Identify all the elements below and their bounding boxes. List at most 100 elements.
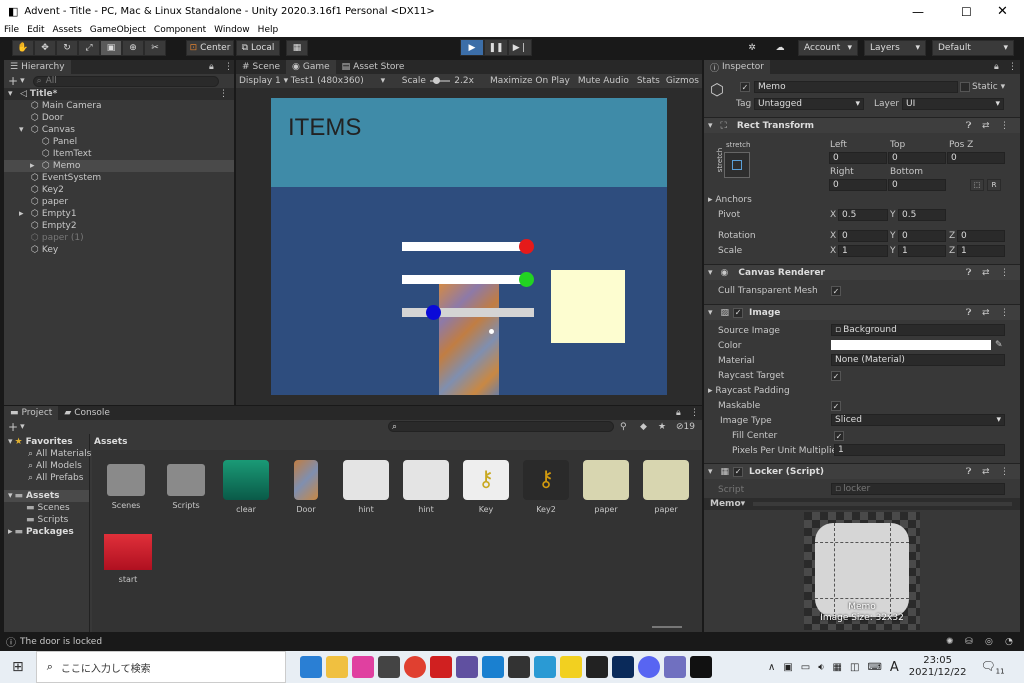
more-menu-icon[interactable]: ⋮ (1000, 121, 1009, 131)
add-icon[interactable]: + (8, 420, 18, 434)
hierarchy-item[interactable]: ⬡ EventSystem (4, 172, 234, 184)
hierarchy-item[interactable]: ⬡ paper (1) (4, 232, 234, 244)
status-message[interactable]: The door is locked (20, 637, 102, 647)
help-icon[interactable]: ❓︎ (966, 268, 971, 278)
tab-hierarchy[interactable]: ☰ Hierarchy (4, 60, 71, 74)
tray-app-icon[interactable]: ◫ (850, 662, 859, 673)
volume-icon[interactable]: 🔉︎ (818, 662, 824, 673)
hierarchy-item[interactable]: ⬡ paper (4, 196, 234, 208)
menu-assets[interactable]: Assets (53, 25, 82, 35)
tray-app-icon[interactable]: ▣ (783, 662, 792, 673)
image-enabled-checkbox[interactable]: ✓ (733, 307, 744, 318)
rotation-x-field[interactable]: 0 (838, 230, 888, 242)
layer-dropdown[interactable]: UI ▾ (902, 98, 1004, 110)
ime-indicator[interactable]: A (890, 660, 899, 675)
mute-audio-toggle[interactable]: Mute Audio (578, 76, 629, 86)
more-menu-icon[interactable]: ⋮ (1000, 467, 1009, 477)
asset-hint[interactable]: hint (336, 460, 396, 514)
hierarchy-item[interactable]: ⬡ Main Camera (4, 100, 234, 112)
hierarchy-item[interactable]: ⬡ Key2 (4, 184, 234, 196)
pause-button[interactable]: ❚❚ (484, 39, 508, 56)
hidden-count-icon[interactable]: ⊘19 (676, 422, 695, 432)
asset-paper[interactable]: paper (576, 460, 636, 514)
unity-hub-icon[interactable] (377, 656, 400, 678)
account-dropdown[interactable]: Account ▾ (798, 40, 858, 56)
menu-file[interactable]: File (4, 25, 19, 35)
foldout-arrow-icon[interactable]: ▾ (19, 125, 29, 135)
keyboard-icon[interactable]: ⌨ (867, 662, 881, 673)
fill-center-checkbox[interactable]: ✓ (834, 431, 844, 441)
preview-header[interactable]: Memo ▾ (704, 498, 1020, 510)
tab-console[interactable]: ▰ Console (58, 406, 116, 420)
tab-inspector[interactable]: ⓘ Inspector (704, 60, 770, 74)
pivot-y-field[interactable]: 0.5 (898, 209, 946, 221)
move-tool-icon[interactable]: ✥ (34, 40, 56, 56)
more-menu-icon[interactable]: ⋮ (224, 62, 233, 72)
asset-scripts[interactable]: Scripts (156, 460, 216, 510)
custom-tool-icon[interactable]: ✂ (144, 40, 166, 56)
hierarchy-item[interactable]: ▾ ◁ Title* ⋮ (4, 88, 234, 100)
edge-icon[interactable] (299, 656, 322, 678)
tab-game[interactable]: ◉ Game (286, 60, 336, 74)
top-field[interactable]: 0 (888, 152, 946, 164)
image-component-header[interactable]: ▾ ▨ ✓ Image ❓︎ ⇄ ⋮ (704, 304, 1020, 320)
photos-icon[interactable] (533, 656, 556, 678)
game-view[interactable]: ITEMS (271, 98, 667, 395)
image-type-dropdown[interactable]: Sliced ▾ (831, 414, 1005, 426)
transform-tool-icon[interactable]: ⊕ (122, 40, 144, 56)
slider-handle-red[interactable] (519, 239, 534, 254)
cull-checkbox[interactable]: ✓ (831, 286, 841, 296)
rect-tool-icon[interactable]: ▣ (100, 40, 122, 56)
pivot-x-field[interactable]: 0.5 (838, 209, 888, 221)
static-checkbox[interactable] (960, 82, 970, 92)
raw-edit-button[interactable]: R (987, 179, 1001, 191)
color-swatch[interactable] (831, 340, 991, 350)
hierarchy-item[interactable]: ⬡ Empty2 (4, 220, 234, 232)
filter-type-icon[interactable]: ⚲ (620, 422, 627, 432)
maskable-checkbox[interactable]: ✓ (831, 401, 841, 411)
raycast-padding-foldout[interactable]: ▸ Raycast Padding (708, 386, 790, 396)
slider-handle-green[interactable] (519, 272, 534, 287)
more-menu-icon[interactable]: ⋮ (1008, 62, 1017, 72)
layout-dropdown[interactable]: Default ▾ (932, 40, 1014, 56)
help-icon[interactable]: ❓︎ (966, 121, 971, 131)
scale-slider[interactable] (429, 77, 451, 84)
tray-app-icon[interactable]: ▦ (833, 662, 842, 673)
posz-field[interactable]: 0 (947, 152, 1005, 164)
favorite-item[interactable]: ⌕ All Materials (4, 448, 91, 460)
scale-z-field[interactable]: 1 (957, 245, 1005, 257)
scale-tool-icon[interactable]: ⤢ (78, 40, 100, 56)
grid-snap-icon[interactable]: ▦ (286, 40, 308, 56)
rect-transform-header[interactable]: ▾ ⛶ Rect Transform ❓︎ ⇄ ⋮ (704, 117, 1020, 133)
app-icon[interactable] (481, 656, 504, 678)
hierarchy-search-input[interactable]: ⌕ All (32, 75, 219, 87)
raycast-target-checkbox[interactable]: ✓ (831, 371, 841, 381)
asset-scenes[interactable]: Scenes (96, 460, 156, 510)
chevron-up-icon[interactable]: ∧ (768, 662, 775, 673)
hierarchy-item[interactable]: ▾ ⬡ Canvas (4, 124, 234, 136)
help-icon[interactable]: ❓︎ (966, 467, 971, 477)
dropdown-arrow-icon[interactable]: ▾ (20, 76, 25, 86)
pivot-center-toggle[interactable]: ⊡ Center (186, 40, 234, 56)
scale-y-field[interactable]: 1 (898, 245, 946, 257)
hierarchy-item[interactable]: ⬡ Door (4, 112, 234, 124)
collab-icon[interactable]: ✲ (740, 40, 764, 56)
preset-icon[interactable]: ⇄ (982, 467, 990, 477)
chrome-icon[interactable] (403, 656, 426, 678)
more-menu-icon[interactable]: ⋮ (1000, 308, 1009, 318)
play-button[interactable]: ▶ (460, 39, 484, 56)
star-filter-icon[interactable]: ★ (658, 422, 666, 432)
network-icon[interactable]: ▭ (801, 662, 810, 673)
photoshop-icon[interactable] (611, 656, 634, 678)
hierarchy-item[interactable]: ▸ ⬡ Memo (4, 160, 234, 172)
foldout-arrow-icon[interactable]: ▸ (30, 161, 40, 171)
anchor-preset-button[interactable] (724, 152, 750, 178)
tab-scene[interactable]: # Scene (236, 60, 286, 74)
blueprint-mode-button[interactable]: ⬚ (970, 179, 984, 191)
folder-item[interactable]: ▬ Scenes (4, 502, 89, 514)
foldout-arrow-icon[interactable]: ▸ (19, 209, 29, 219)
maximize-on-play-toggle[interactable]: Maximize On Play (490, 76, 570, 86)
hierarchy-item[interactable]: ⬡ ItemText (4, 148, 234, 160)
more-menu-icon[interactable]: ⋮ (1000, 268, 1009, 278)
app-icon[interactable] (455, 656, 478, 678)
